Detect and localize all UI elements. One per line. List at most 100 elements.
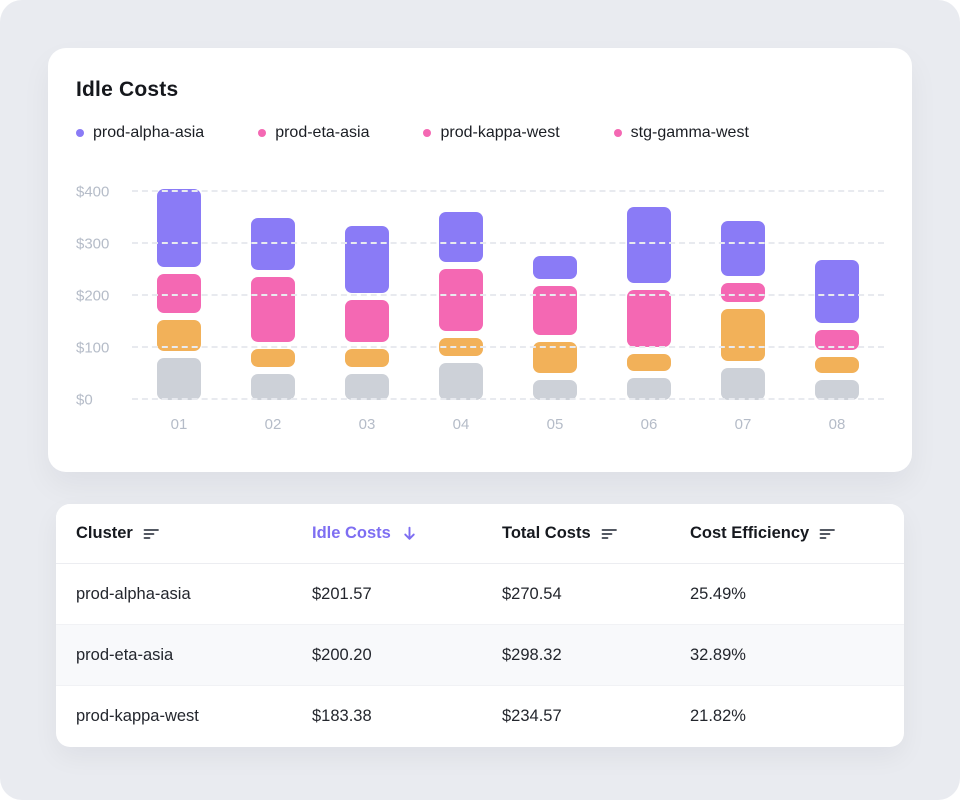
cell-idle_costs: $183.38: [312, 707, 502, 726]
dashboard-page: Idle Costs prod-alpha-asiaprod-eta-asiap…: [0, 0, 960, 800]
x-axis-label: 06: [602, 416, 696, 433]
bar-05: [508, 180, 602, 400]
clusters-table-card: Cluster Idle Costs Total Costs Cost Efficie…: [56, 504, 904, 747]
x-axis-label: 03: [320, 416, 414, 433]
column-header-idle_costs[interactable]: Idle Costs: [312, 524, 502, 543]
legend-dot-icon: [423, 129, 431, 137]
cell-cluster: prod-alpha-asia: [76, 585, 312, 604]
bar-segment-prod-alpha-asia[interactable]: [345, 226, 389, 294]
cell-cost_efficiency: 32.89%: [690, 646, 904, 665]
cell-cluster: prod-kappa-west: [76, 707, 312, 726]
x-axis-label: 02: [226, 416, 320, 433]
bar-segment-prod-eta-asia[interactable]: [721, 283, 765, 302]
cell-total_costs: $298.32: [502, 646, 690, 665]
bar-segment-stg-gamma-west[interactable]: [157, 358, 201, 400]
plot-wrap: 0102030405060708: [132, 180, 884, 433]
cell-total_costs: $270.54: [502, 585, 690, 604]
bar-segment-prod-eta-asia[interactable]: [439, 269, 483, 331]
bar-segment-prod-alpha-asia[interactable]: [721, 221, 765, 276]
bar-segment-stg-gamma-west[interactable]: [439, 363, 483, 400]
arrow-down-icon[interactable]: [401, 525, 418, 542]
gridline: [132, 242, 884, 244]
bar-segment-prod-alpha-asia[interactable]: [815, 260, 859, 322]
x-axis-label: 04: [414, 416, 508, 433]
bar-segment-prod-kappa-west[interactable]: [627, 354, 671, 371]
column-header-label: Idle Costs: [312, 524, 391, 543]
y-axis-label: $400: [76, 184, 109, 201]
x-axis-label: 05: [508, 416, 602, 433]
x-axis-label: 08: [790, 416, 884, 433]
bar-02: [226, 180, 320, 400]
y-axis-label: $200: [76, 288, 109, 305]
bar-segment-prod-alpha-asia[interactable]: [157, 189, 201, 267]
table-body: prod-alpha-asia$201.57$270.5425.49%prod-…: [56, 564, 904, 747]
bar-segment-prod-kappa-west[interactable]: [721, 309, 765, 361]
column-header-label: Cost Efficiency: [690, 524, 809, 543]
table-row[interactable]: prod-eta-asia$200.20$298.3232.89%: [56, 625, 904, 686]
cell-cost_efficiency: 21.82%: [690, 707, 904, 726]
legend-item[interactable]: prod-alpha-asia: [76, 124, 204, 142]
column-header-total_costs[interactable]: Total Costs: [502, 524, 690, 543]
y-axis-label: $300: [76, 236, 109, 253]
x-axis-label: 07: [696, 416, 790, 433]
cell-total_costs: $234.57: [502, 707, 690, 726]
gridline: [132, 398, 884, 400]
column-header-label: Cluster: [76, 524, 133, 543]
y-axis-label: $100: [76, 340, 109, 357]
legend-item[interactable]: stg-gamma-west: [614, 124, 749, 142]
bar-segment-prod-kappa-west[interactable]: [815, 357, 859, 374]
chart-plot: [132, 180, 884, 400]
bar-segment-stg-gamma-west[interactable]: [721, 368, 765, 400]
sort-lines-icon[interactable]: [819, 527, 836, 541]
bar-01: [132, 180, 226, 400]
legend-label: prod-eta-asia: [275, 124, 369, 142]
cell-idle_costs: $201.57: [312, 585, 502, 604]
bar-segment-prod-kappa-west[interactable]: [251, 349, 295, 367]
bar-segment-prod-alpha-asia[interactable]: [627, 207, 671, 282]
legend-item[interactable]: prod-kappa-west: [423, 124, 559, 142]
table-row[interactable]: prod-kappa-west$183.38$234.5721.82%: [56, 686, 904, 747]
legend-label: prod-alpha-asia: [93, 124, 204, 142]
column-header-label: Total Costs: [502, 524, 591, 543]
bar-segment-prod-eta-asia[interactable]: [345, 300, 389, 342]
cell-idle_costs: $200.20: [312, 646, 502, 665]
x-axis-label: 01: [132, 416, 226, 433]
chart-title: Idle Costs: [76, 78, 884, 102]
bar-segment-prod-kappa-west[interactable]: [345, 349, 389, 367]
bar-segment-stg-gamma-west[interactable]: [627, 378, 671, 400]
x-axis: 0102030405060708: [132, 416, 884, 433]
bar-03: [320, 180, 414, 400]
sort-lines-icon[interactable]: [143, 527, 160, 541]
cell-cost_efficiency: 25.49%: [690, 585, 904, 604]
sort-lines-icon[interactable]: [601, 527, 618, 541]
bar-segment-stg-gamma-west[interactable]: [251, 374, 295, 400]
bar-segment-prod-alpha-asia[interactable]: [533, 256, 577, 278]
bar-06: [602, 180, 696, 400]
bar-08: [790, 180, 884, 400]
gridline: [132, 346, 884, 348]
legend-dot-icon: [614, 129, 622, 137]
column-header-cost_efficiency[interactable]: Cost Efficiency: [690, 524, 904, 543]
cell-cluster: prod-eta-asia: [76, 646, 312, 665]
legend-dot-icon: [76, 129, 84, 137]
chart-body: $400 $300 $200 $100 $0 0102030405060708: [76, 180, 884, 433]
table-row[interactable]: prod-alpha-asia$201.57$270.5425.49%: [56, 564, 904, 625]
column-header-cluster[interactable]: Cluster: [76, 524, 312, 543]
legend-dot-icon: [258, 129, 266, 137]
bars-container: [132, 180, 884, 400]
chart-legend: prod-alpha-asia prod-eta-asia prod-kappa-w…: [76, 124, 884, 142]
legend-item[interactable]: prod-eta-asia: [258, 124, 369, 142]
bar-segment-prod-eta-asia[interactable]: [251, 277, 295, 342]
legend-label: prod-kappa-west: [440, 124, 559, 142]
y-axis: $400$300$200$100$0: [76, 180, 132, 400]
table-header-row: Cluster Idle Costs Total Costs Cost Efficie…: [56, 504, 904, 564]
bar-segment-stg-gamma-west[interactable]: [345, 374, 389, 400]
bar-segment-prod-alpha-asia[interactable]: [439, 212, 483, 262]
gridline: [132, 294, 884, 296]
legend-label: stg-gamma-west: [631, 124, 749, 142]
bar-04: [414, 180, 508, 400]
y-axis-label: $0: [76, 392, 93, 409]
idle-costs-chart-card: Idle Costs prod-alpha-asiaprod-eta-asiap…: [48, 48, 912, 472]
bar-segment-prod-eta-asia[interactable]: [627, 290, 671, 347]
gridline: [132, 190, 884, 192]
